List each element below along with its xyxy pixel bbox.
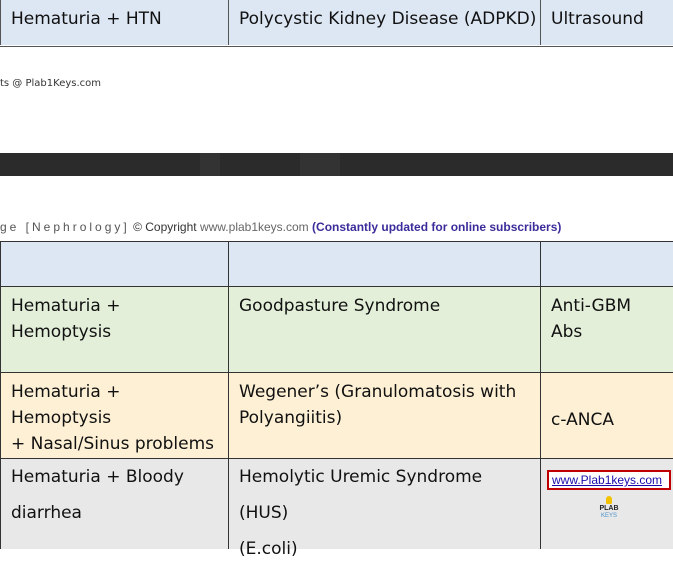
header-cell: [229, 242, 541, 286]
symptom-line: Hematuria + Hemoptysis: [11, 296, 121, 342]
page-separator-band: [0, 153, 673, 176]
lightbulb-icon: [606, 496, 612, 504]
header-close-paren: ): [557, 220, 562, 234]
logo-text-keys: KEYS: [600, 513, 617, 519]
diagnosis-line: Wegener’s (Granulomatosis with: [239, 382, 517, 402]
top-cell-symptom: Hematuria + HTN: [0, 0, 229, 45]
symptom-line: diarrhea: [11, 503, 82, 523]
test-cell: c-ANCA: [551, 410, 614, 430]
band-segment: [200, 153, 220, 176]
plab1keys-logo: PLAB KEYS: [596, 496, 622, 520]
diagnosis-line: Polyangiitis): [239, 408, 343, 428]
top-cell-diagnosis: Polycystic Kidney Disease (ADPKD): [229, 0, 541, 45]
diagnosis-line: Hemolytic Uremic Syndrome (HUS): [239, 467, 483, 523]
table-row: Hematuria + Hemoptysis + Nasal/Sinus pro…: [0, 373, 673, 459]
page-footer-text: ts @ Plab1Keys.com: [0, 78, 102, 89]
logo-text-plab: PLAB: [599, 505, 619, 512]
header-cell: [0, 242, 229, 286]
header-url: www.plab1keys.com: [199, 220, 309, 234]
plab1keys-link[interactable]: www.Plab1keys.com: [547, 470, 671, 490]
symptom-line: Hematuria + Hemoptysis: [11, 382, 121, 428]
band-segment: [300, 153, 340, 176]
diagnosis-cell: Hemolytic Uremic Syndrome (HUS) (E.coli): [229, 459, 541, 559]
table-header-row: [0, 241, 673, 287]
symptom-cell: Hematuria + Hemoptysis + Nasal/Sinus pro…: [0, 373, 229, 458]
symptom-cell: Hematuria + Bloody diarrhea: [0, 459, 229, 549]
table-row: Hematuria + Hemoptysis Goodpasture Syndr…: [0, 287, 673, 373]
test-cell: Anti-GBM Abs: [551, 296, 632, 342]
header-section-label: ge [Nephrology]: [0, 220, 130, 234]
top-cell-test: Ultrasound: [541, 0, 673, 45]
header-copyright: © Copyright: [133, 220, 197, 234]
diagnosis-cell: Goodpasture Syndrome: [229, 287, 541, 372]
header-note: Constantly updated for online subscriber…: [316, 220, 558, 234]
header-cell: [541, 242, 673, 286]
symptom-line: + Nasal/Sinus problems: [11, 434, 215, 454]
top-table-row: Hematuria + HTN Polycystic Kidney Diseas…: [0, 0, 673, 47]
diagnosis-cell: Wegener’s (Granulomatosis with Polyangii…: [229, 373, 541, 458]
diagnosis-line: Goodpasture Syndrome: [239, 296, 441, 316]
diagnosis-line: (E.coli): [239, 539, 298, 559]
symptom-cell: Hematuria + Hemoptysis: [0, 287, 229, 372]
page-header: ge [Nephrology] © Copyright www.plab1key…: [0, 220, 561, 234]
symptom-line: Hematuria + Bloody: [11, 467, 184, 487]
